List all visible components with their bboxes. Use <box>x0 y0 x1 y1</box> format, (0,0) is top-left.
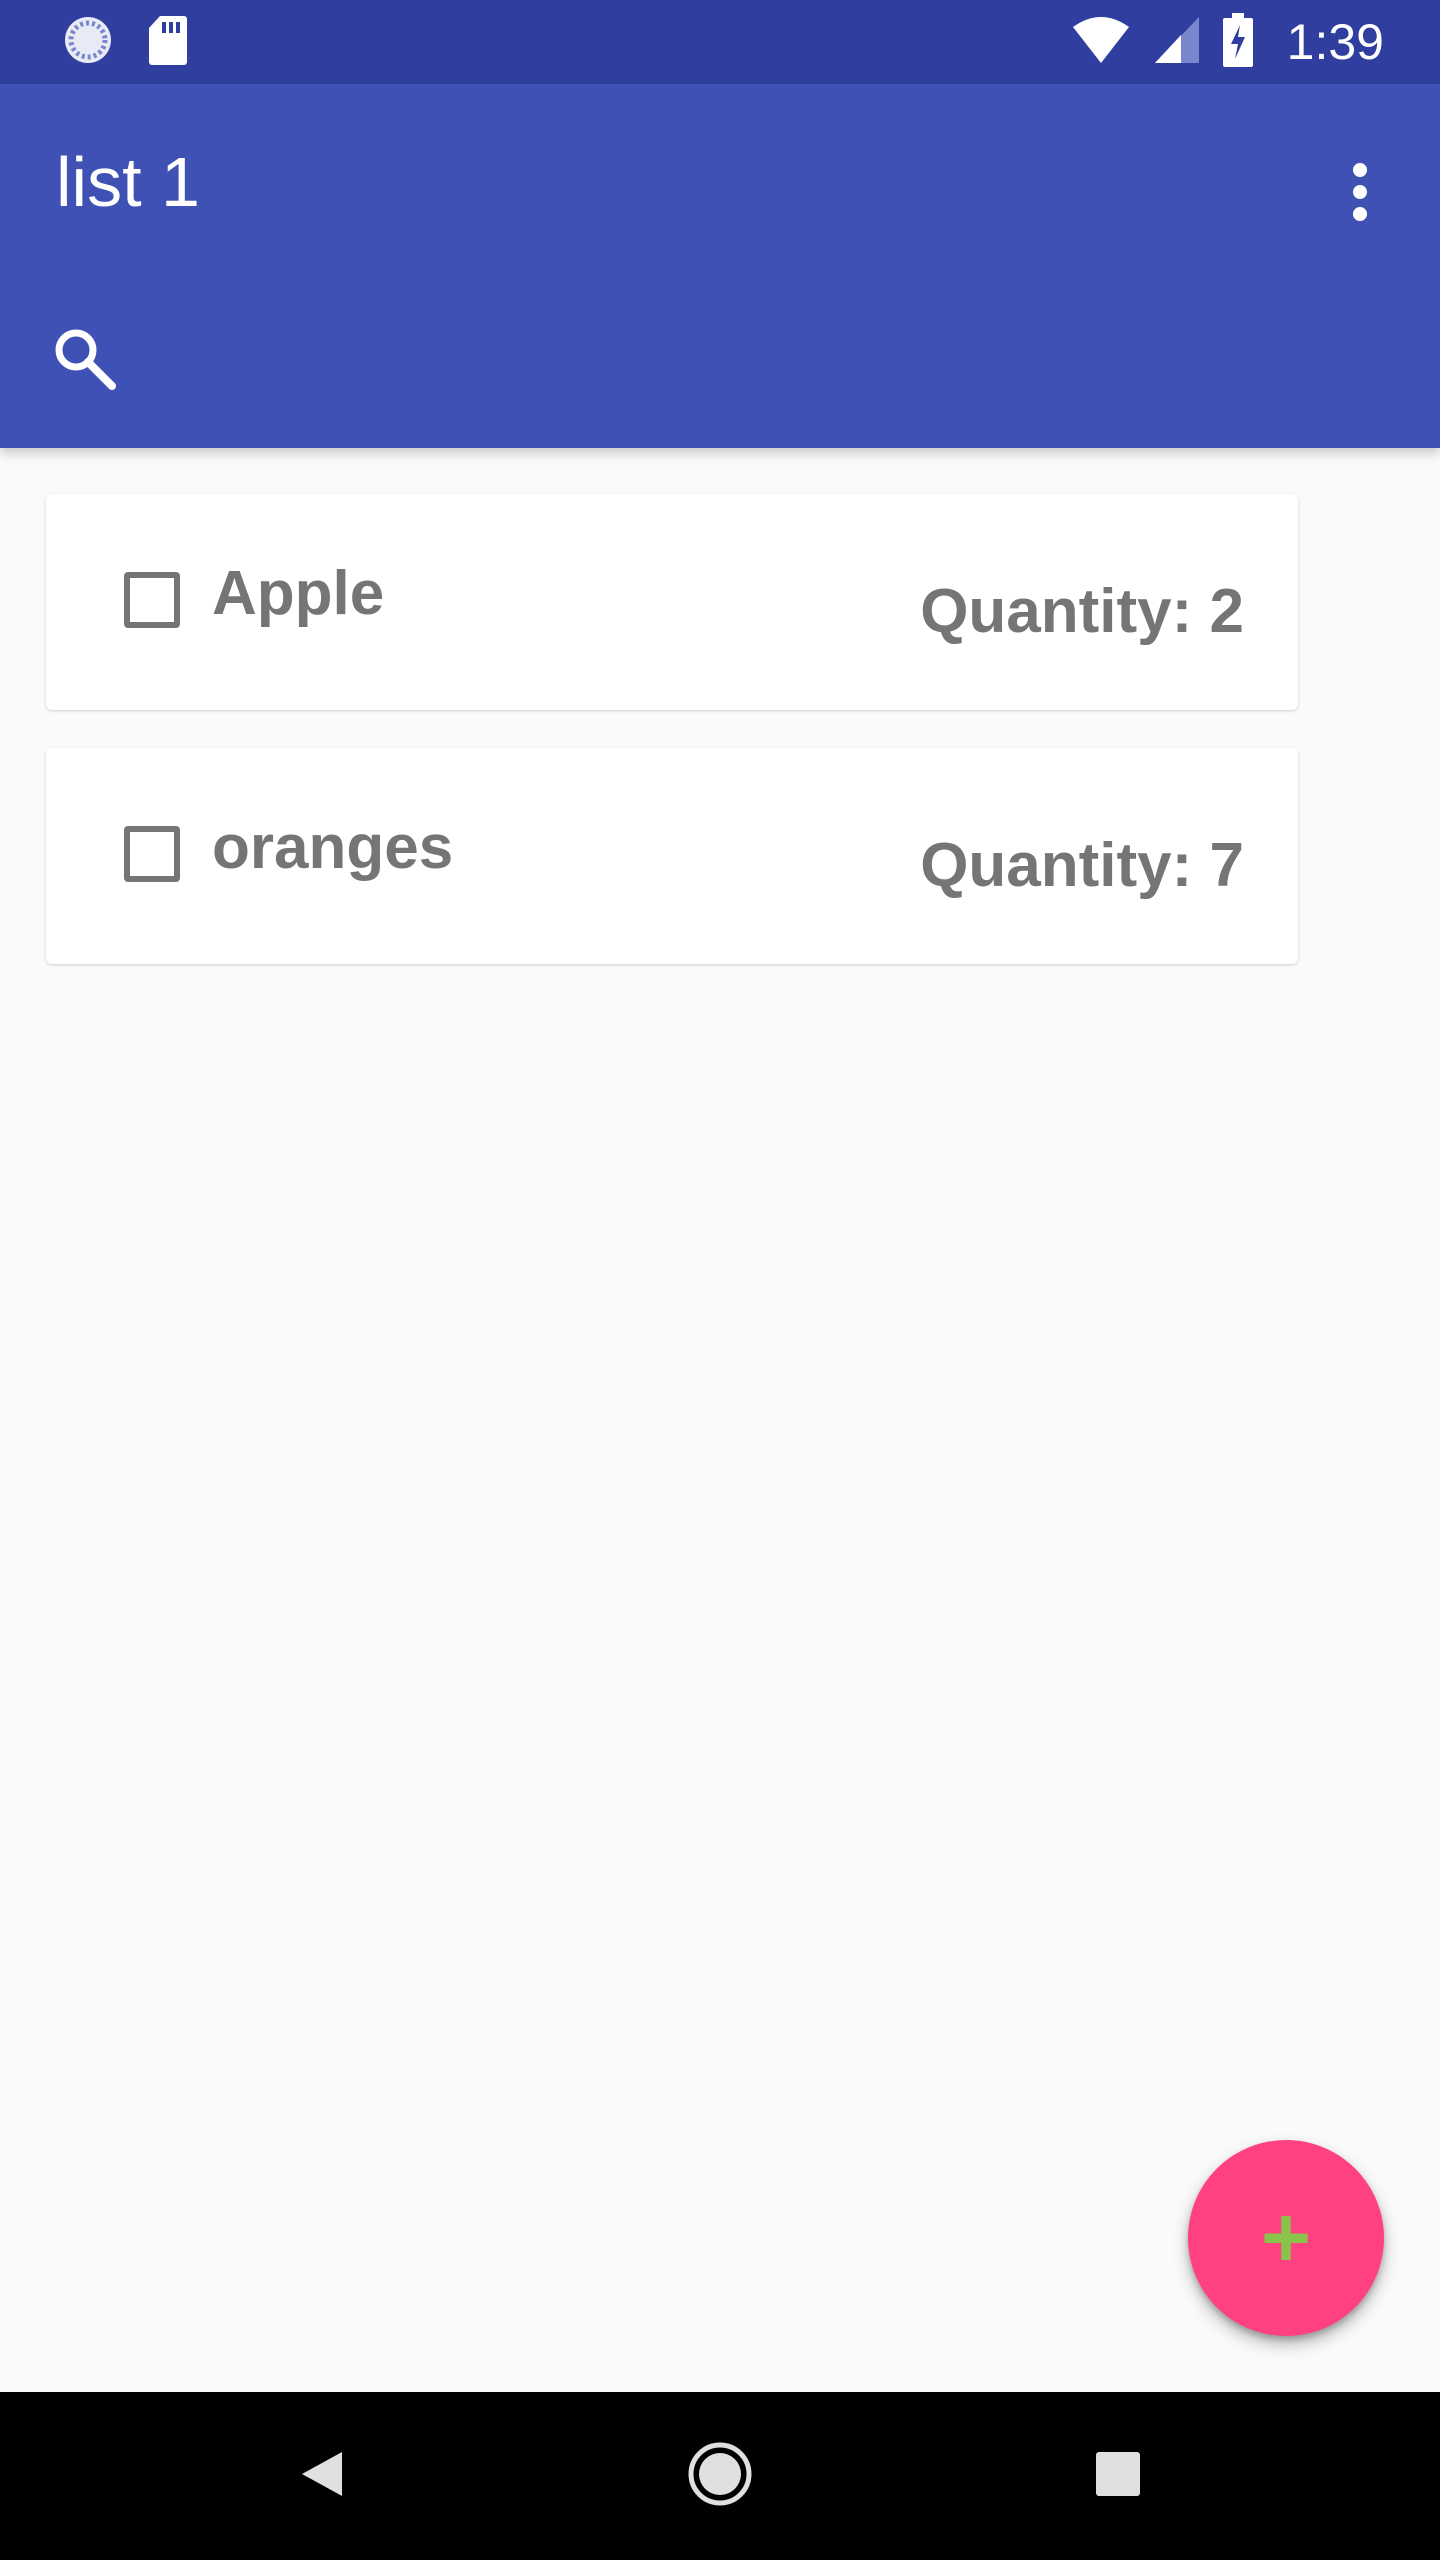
app-bar: list 1 <box>0 84 1440 448</box>
item-quantity: Quantity: 2 <box>920 577 1244 646</box>
page-title: list 1 <box>56 143 200 221</box>
status-right-icons: 1:39 <box>1071 12 1384 72</box>
item-checkbox[interactable] <box>124 826 180 882</box>
battery-charging-icon <box>1222 12 1253 72</box>
cell-signal-icon <box>1153 15 1201 70</box>
home-icon <box>687 2441 753 2512</box>
recents-icon <box>1096 2451 1140 2501</box>
status-bar: 1:39 <box>0 0 1440 84</box>
item-checkbox[interactable] <box>124 572 180 628</box>
navigation-bar <box>0 2392 1440 2560</box>
overflow-menu-button[interactable] <box>1320 144 1400 244</box>
item-list: Apple Quantity: 2 oranges Quantity: 7 <box>46 494 1298 1002</box>
item-name: Apple <box>212 559 385 628</box>
wifi-icon <box>1071 15 1131 70</box>
status-left-icons <box>62 14 188 71</box>
add-icon: + <box>1260 2190 1312 2286</box>
list-item[interactable]: Apple Quantity: 2 <box>46 494 1298 710</box>
item-name: oranges <box>212 813 454 882</box>
item-quantity: Quantity: 7 <box>920 831 1244 900</box>
sd-card-icon <box>148 14 188 71</box>
list-item[interactable]: oranges Quantity: 7 <box>46 748 1298 964</box>
home-button[interactable] <box>670 2426 770 2526</box>
status-time: 1:39 <box>1286 14 1384 70</box>
recents-button[interactable] <box>1068 2426 1168 2526</box>
sync-icon <box>62 14 114 71</box>
add-item-button[interactable]: + <box>1188 2140 1384 2336</box>
back-button[interactable] <box>272 2426 372 2526</box>
back-icon <box>300 2450 344 2503</box>
search-icon <box>51 325 117 396</box>
search-button[interactable] <box>40 316 128 404</box>
more-vert-icon <box>1350 162 1370 227</box>
